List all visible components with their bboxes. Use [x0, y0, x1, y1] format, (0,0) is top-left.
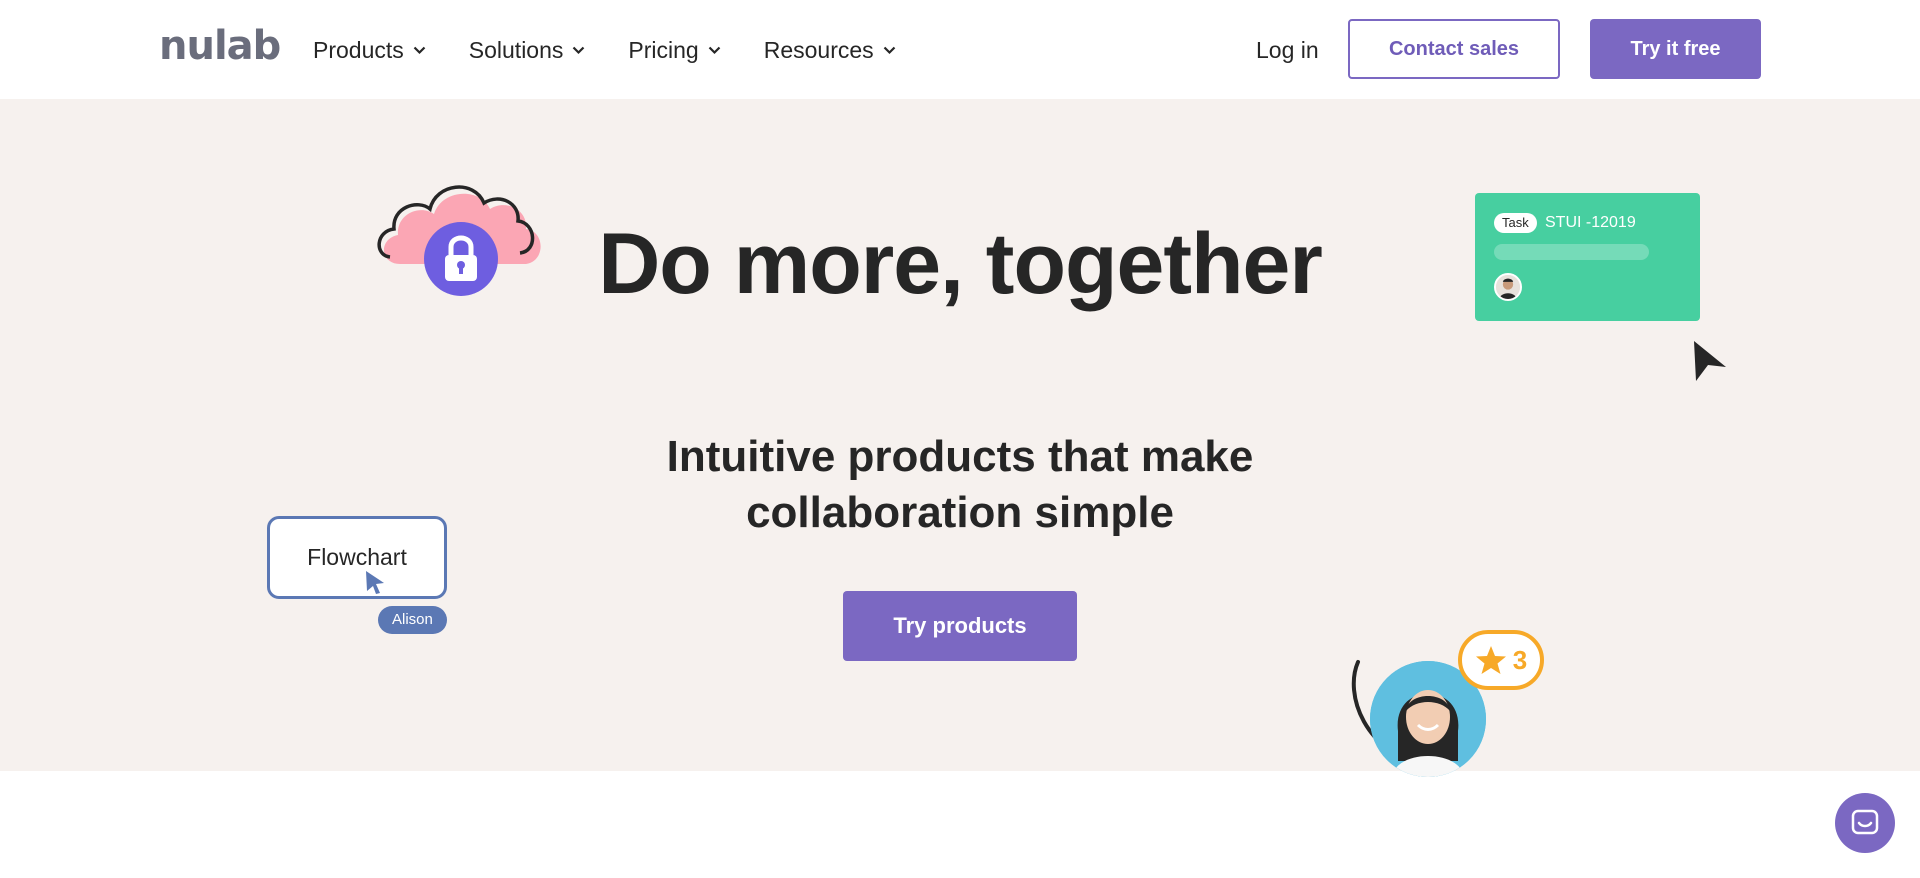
- nav-products[interactable]: Products: [313, 36, 426, 64]
- avatar: [1494, 273, 1522, 301]
- hero-section: Do more, together Intuitive products tha…: [0, 99, 1920, 777]
- chevron-down-icon: [883, 46, 895, 54]
- flowchart-node: Flowchart: [267, 516, 447, 599]
- chevron-down-icon: [708, 46, 720, 54]
- hero-subtitle: Intuitive products that make collaborati…: [666, 432, 1254, 537]
- hero-title: Do more, together: [598, 216, 1323, 312]
- chat-launcher-button[interactable]: [1835, 793, 1895, 853]
- try-products-button[interactable]: Try products: [843, 591, 1077, 661]
- task-card: Task STUI -12019: [1475, 193, 1700, 321]
- chevron-down-icon: [413, 46, 426, 54]
- star-icon: [1475, 646, 1506, 674]
- nav-pricing[interactable]: Pricing: [628, 36, 720, 64]
- cursor-icon: [366, 571, 384, 594]
- login-link[interactable]: Log in: [1256, 36, 1319, 64]
- nav-resources[interactable]: Resources: [764, 36, 896, 64]
- flowchart-label: Flowchart: [307, 544, 407, 570]
- nulab-logo[interactable]: nulab: [159, 26, 281, 66]
- star-count: 3: [1512, 644, 1528, 675]
- task-progress-placeholder: [1494, 244, 1649, 260]
- task-id: STUI -12019: [1545, 214, 1636, 231]
- contact-sales-button[interactable]: Contact sales: [1348, 19, 1560, 79]
- nav-products-label: Products: [313, 36, 404, 63]
- try-free-button[interactable]: Try it free: [1590, 19, 1761, 79]
- nav-solutions[interactable]: Solutions: [469, 36, 586, 64]
- nav-solutions-label: Solutions: [468, 36, 564, 63]
- star-badge: 3: [1458, 630, 1544, 690]
- main-nav: Products Solutions Pricing Resources: [313, 36, 939, 64]
- task-badge: Task: [1494, 213, 1537, 233]
- chat-icon: [1851, 809, 1879, 835]
- lock-icon: [424, 222, 498, 296]
- nav-pricing-label: Pricing: [628, 36, 699, 63]
- site-header: nulab Products Solutions Pricing Resourc…: [0, 0, 1920, 99]
- nav-resources-label: Resources: [763, 36, 874, 63]
- cursor-icon: [1694, 341, 1726, 381]
- chevron-down-icon: [573, 46, 585, 54]
- cloud-icon: [377, 185, 541, 296]
- user-tag: Alison: [378, 606, 447, 634]
